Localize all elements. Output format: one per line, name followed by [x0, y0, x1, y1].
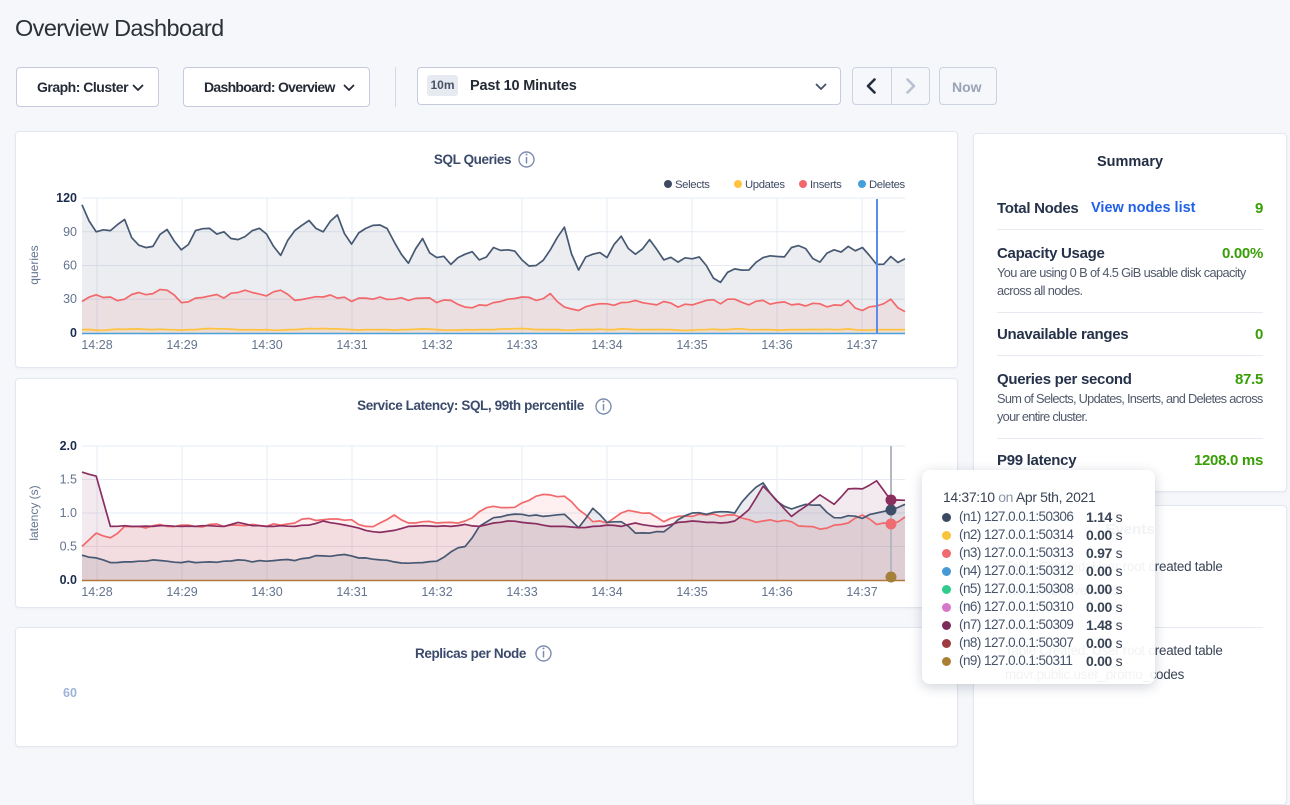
svg-text:14:28: 14:28: [81, 338, 112, 352]
svg-text:14:30: 14:30: [251, 585, 282, 599]
svg-text:2.0: 2.0: [60, 439, 77, 453]
svg-text:30: 30: [63, 292, 77, 306]
svg-text:14:35: 14:35: [676, 338, 707, 352]
svg-text:queries: queries: [27, 245, 41, 284]
svg-text:14:32: 14:32: [421, 585, 452, 599]
svg-text:14:34: 14:34: [591, 585, 622, 599]
svg-text:14:34: 14:34: [591, 338, 622, 352]
svg-text:14:28: 14:28: [81, 585, 112, 599]
svg-text:14:31: 14:31: [336, 338, 367, 352]
svg-text:14:35: 14:35: [676, 585, 707, 599]
svg-text:0: 0: [70, 326, 77, 340]
svg-text:14:36: 14:36: [761, 585, 792, 599]
svg-text:1.0: 1.0: [60, 506, 77, 520]
svg-text:14:30: 14:30: [251, 338, 282, 352]
svg-text:0.0: 0.0: [60, 573, 77, 587]
svg-text:120: 120: [56, 191, 77, 205]
svg-text:14:37: 14:37: [846, 338, 877, 352]
svg-text:14:33: 14:33: [506, 338, 537, 352]
svg-text:latency (s): latency (s): [27, 485, 41, 540]
svg-text:14:29: 14:29: [166, 585, 197, 599]
svg-text:1.5: 1.5: [60, 473, 77, 487]
svg-text:14:36: 14:36: [761, 338, 792, 352]
svg-text:90: 90: [63, 225, 77, 239]
svg-text:14:32: 14:32: [421, 338, 452, 352]
svg-text:14:29: 14:29: [166, 338, 197, 352]
svg-text:0.5: 0.5: [60, 540, 77, 554]
svg-text:14:33: 14:33: [506, 585, 537, 599]
svg-text:14:37: 14:37: [846, 585, 877, 599]
svg-text:14:31: 14:31: [336, 585, 367, 599]
svg-text:60: 60: [63, 259, 77, 273]
